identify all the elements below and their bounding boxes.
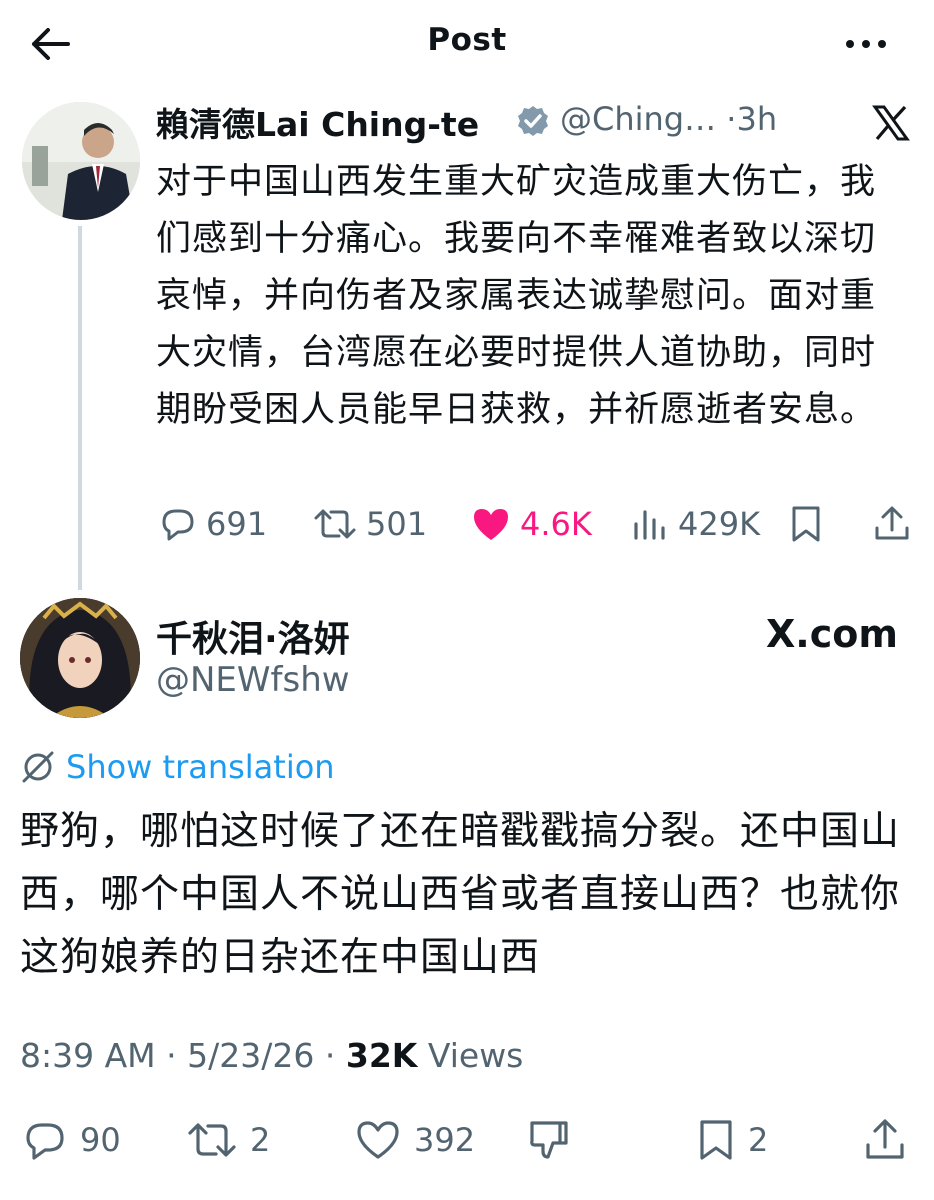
post-text: 野狗，哪怕这时候了还在暗戳戳搞分裂。还中国山西，哪个中国人不说山西省或者直接山西… [20,809,901,980]
show-translation-label[interactable]: Show translation [66,748,335,786]
like-count: 4.6K [520,505,592,543]
quoted-post-actions: 691 501 4.6K 429K [0,500,934,548]
share-icon [866,1119,904,1159]
meta-separator: · [324,1036,336,1075]
meta-separator: · [166,1036,177,1075]
post-time[interactable]: 8:39 AM [20,1036,156,1075]
repost-icon [188,1123,236,1157]
globe-slash-icon [22,751,54,783]
reply-count: 90 [80,1121,121,1159]
quoted-author-name[interactable]: 賴清德Lai Ching-te [156,98,479,146]
views-count-total: 32K [345,1036,418,1075]
quoted-post-text: 对于中国山西发生重大矿灾造成重大伤亡，我们感到十分痛心。我要向不幸罹难者致以深切… [156,162,877,430]
like-button[interactable]: 392 [354,1114,475,1166]
heart-icon [357,1121,399,1159]
author-avatar[interactable] [20,598,140,718]
bookmark-count: 2 [748,1121,769,1159]
repost-button[interactable]: 501 [312,500,427,548]
like-count: 392 [414,1121,476,1159]
views-label: Views [427,1036,524,1075]
quoted-author-avatar[interactable] [22,102,140,220]
reply-icon [26,1123,64,1160]
repost-count: 501 [366,505,428,543]
views-chart-icon [634,510,665,540]
bookmark-icon [700,1120,732,1160]
reply-count: 691 [206,505,268,543]
like-button[interactable]: 4.6K [470,500,592,548]
downvote-button[interactable] [526,1114,572,1166]
bookmark-icon [792,506,820,542]
page-title: Post [427,22,507,58]
x-logo-icon [872,104,910,142]
reply-button[interactable]: 691 [158,500,267,548]
author-handle[interactable]: @NEWfshw [156,660,350,700]
share-button[interactable] [862,1114,908,1166]
share-icon [875,506,909,540]
bookmark-button[interactable]: 2 [696,1114,768,1166]
reply-icon [162,509,194,541]
views-button[interactable]: 429K [632,500,760,548]
share-button[interactable] [872,500,912,548]
author-name[interactable]: 千秋泪·洛妍 [156,610,350,662]
source-label: X.com [766,612,898,656]
reply-button[interactable]: 90 [22,1114,121,1166]
quoted-author-handle: @Ching… ·3h [560,100,778,138]
repost-count: 2 [250,1121,271,1159]
post-actions: 90 2 392 2 [0,1114,934,1166]
show-translation-link[interactable]: Show translation [20,748,335,786]
repost-icon [314,509,356,539]
repost-button[interactable]: 2 [186,1114,270,1166]
post-date[interactable]: 5/23/26 [187,1036,314,1075]
verified-badge-icon [516,104,550,138]
more-options-icon[interactable] [840,30,892,58]
thumbs-down-icon [530,1121,568,1159]
views-count: 429K [678,505,761,543]
bookmark-button[interactable] [788,500,824,548]
heart-filled-icon [474,509,508,540]
post-meta: 8:39 AM · 5/23/26 · 32K Views [20,1036,523,1075]
